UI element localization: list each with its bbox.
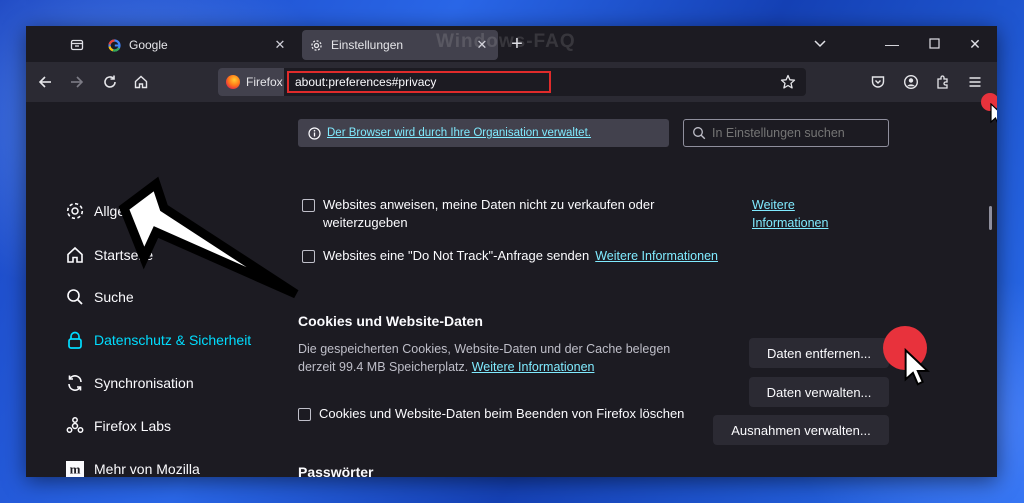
delete-on-close-checkbox[interactable]	[298, 408, 311, 421]
sidebar-item-more-from-mozilla[interactable]: m Mehr von Mozilla	[64, 454, 200, 477]
sidebar-item-label: Firefox Labs	[94, 418, 172, 434]
arrow-right-icon	[71, 76, 84, 88]
chevron-down-icon	[814, 40, 826, 48]
firefox-logo-icon	[226, 75, 240, 89]
puzzle-icon	[937, 75, 948, 89]
cookies-description: Die gespeicherten Cookies, Website-Daten…	[298, 342, 671, 374]
sidebar-item-firefox-labs[interactable]: Firefox Labs	[64, 411, 171, 441]
pocket-icon	[871, 76, 885, 88]
firefox-view-button[interactable]	[62, 30, 92, 60]
minimize-icon: —	[885, 36, 899, 52]
reload-icon	[104, 75, 116, 88]
mouse-cursor-icon	[904, 348, 930, 386]
close-icon[interactable]: ✕	[272, 37, 288, 53]
delete-on-close-label: Cookies und Website-Daten beim Beenden v…	[319, 406, 685, 421]
firefox-window: Google ✕ Einstellungen ✕ Windows-FAQ + —	[26, 26, 997, 477]
tab-google[interactable]: Google ✕	[100, 30, 296, 60]
search-input[interactable]	[712, 126, 882, 140]
sidebar-item-label: Synchronisation	[94, 375, 194, 391]
sidebar-item-privacy[interactable]: Datenschutz & Sicherheit	[64, 325, 251, 355]
sync-icon	[64, 372, 86, 394]
do-not-track-row: Websites eine "Do Not Track"-Anfrage sen…	[302, 247, 718, 265]
hamburger-menu-icon	[969, 77, 981, 87]
pocket-button[interactable]	[866, 70, 890, 94]
arrow-left-icon	[38, 76, 51, 88]
cookies-section-title: Cookies und Website-Daten	[298, 313, 483, 329]
back-button[interactable]	[33, 70, 57, 94]
mouse-cursor-icon	[990, 103, 997, 124]
do-not-sell-row: Websites anweisen, meine Daten nicht zu …	[302, 196, 742, 232]
settings-search[interactable]	[683, 119, 889, 147]
info-icon	[308, 126, 321, 140]
manage-data-button[interactable]: Daten verwalten...	[749, 377, 889, 407]
tab-strip: Google ✕ Einstellungen ✕ Windows-FAQ + —	[26, 26, 997, 62]
list-all-tabs-button[interactable]	[812, 35, 828, 51]
search-icon	[64, 286, 86, 308]
scrollbar-thumb[interactable]	[989, 206, 992, 230]
clear-data-button[interactable]: Daten entfernen...	[749, 338, 889, 368]
address-input[interactable]	[287, 71, 551, 93]
gear-icon	[64, 200, 86, 222]
labs-icon	[64, 415, 86, 437]
lock-icon	[64, 329, 86, 351]
home-icon	[134, 75, 148, 89]
do-not-track-label: Websites eine "Do Not Track"-Anfrage sen…	[323, 248, 590, 263]
do-not-sell-label: Websites anweisen, meine Daten nicht zu …	[323, 197, 655, 230]
maximize-button[interactable]	[924, 34, 944, 54]
tab-title: Google	[129, 38, 168, 52]
do-not-sell-learn-more[interactable]: Weitere Informationen	[752, 196, 828, 232]
do-not-track-learn-more[interactable]: Weitere Informationen	[595, 247, 718, 265]
mozilla-icon: m	[64, 458, 86, 477]
plus-icon: +	[511, 33, 523, 55]
app-menu-button[interactable]	[963, 70, 987, 94]
google-icon	[108, 38, 121, 52]
manage-exceptions-button[interactable]: Ausnahmen verwalten...	[713, 415, 889, 445]
minimize-button[interactable]: —	[882, 34, 902, 54]
passwords-section-title: Passwörter	[298, 464, 374, 477]
new-tab-button[interactable]: +	[506, 34, 528, 56]
gear-icon	[310, 39, 323, 52]
policies-banner: Der Browser wird durch Ihre Organisation…	[298, 119, 669, 147]
firefox-view-icon	[70, 39, 84, 51]
delete-on-close-row: Cookies und Website-Daten beim Beenden v…	[298, 405, 684, 423]
sidebar-item-label: Mehr von Mozilla	[94, 461, 200, 477]
close-window-button[interactable]: ✕	[965, 34, 985, 54]
home-button[interactable]	[129, 70, 153, 94]
cookies-learn-more[interactable]: Weitere Informationen	[472, 360, 595, 374]
extensions-button[interactable]	[931, 70, 955, 94]
search-icon	[693, 127, 706, 140]
close-icon: ✕	[969, 36, 981, 52]
star-icon	[780, 74, 796, 89]
maximize-icon	[928, 38, 940, 49]
svg-text:m: m	[70, 462, 81, 477]
bookmark-star-button[interactable]	[778, 72, 798, 92]
reload-button[interactable]	[98, 70, 122, 94]
url-bar[interactable]: Firefox	[218, 68, 806, 96]
account-button[interactable]	[899, 70, 923, 94]
home-icon	[64, 244, 86, 266]
sidebar-item-label: Datenschutz & Sicherheit	[94, 332, 252, 348]
identity-label: Firefox	[246, 75, 283, 89]
policies-link[interactable]: Der Browser wird durch Ihre Organisation…	[327, 127, 591, 139]
navigation-toolbar: Firefox	[26, 62, 997, 102]
sidebar-item-sync[interactable]: Synchronisation	[64, 368, 194, 398]
account-icon	[903, 74, 919, 90]
annotation-arrow	[118, 176, 299, 299]
identity-box[interactable]: Firefox	[218, 68, 284, 96]
forward-button[interactable]	[65, 70, 89, 94]
